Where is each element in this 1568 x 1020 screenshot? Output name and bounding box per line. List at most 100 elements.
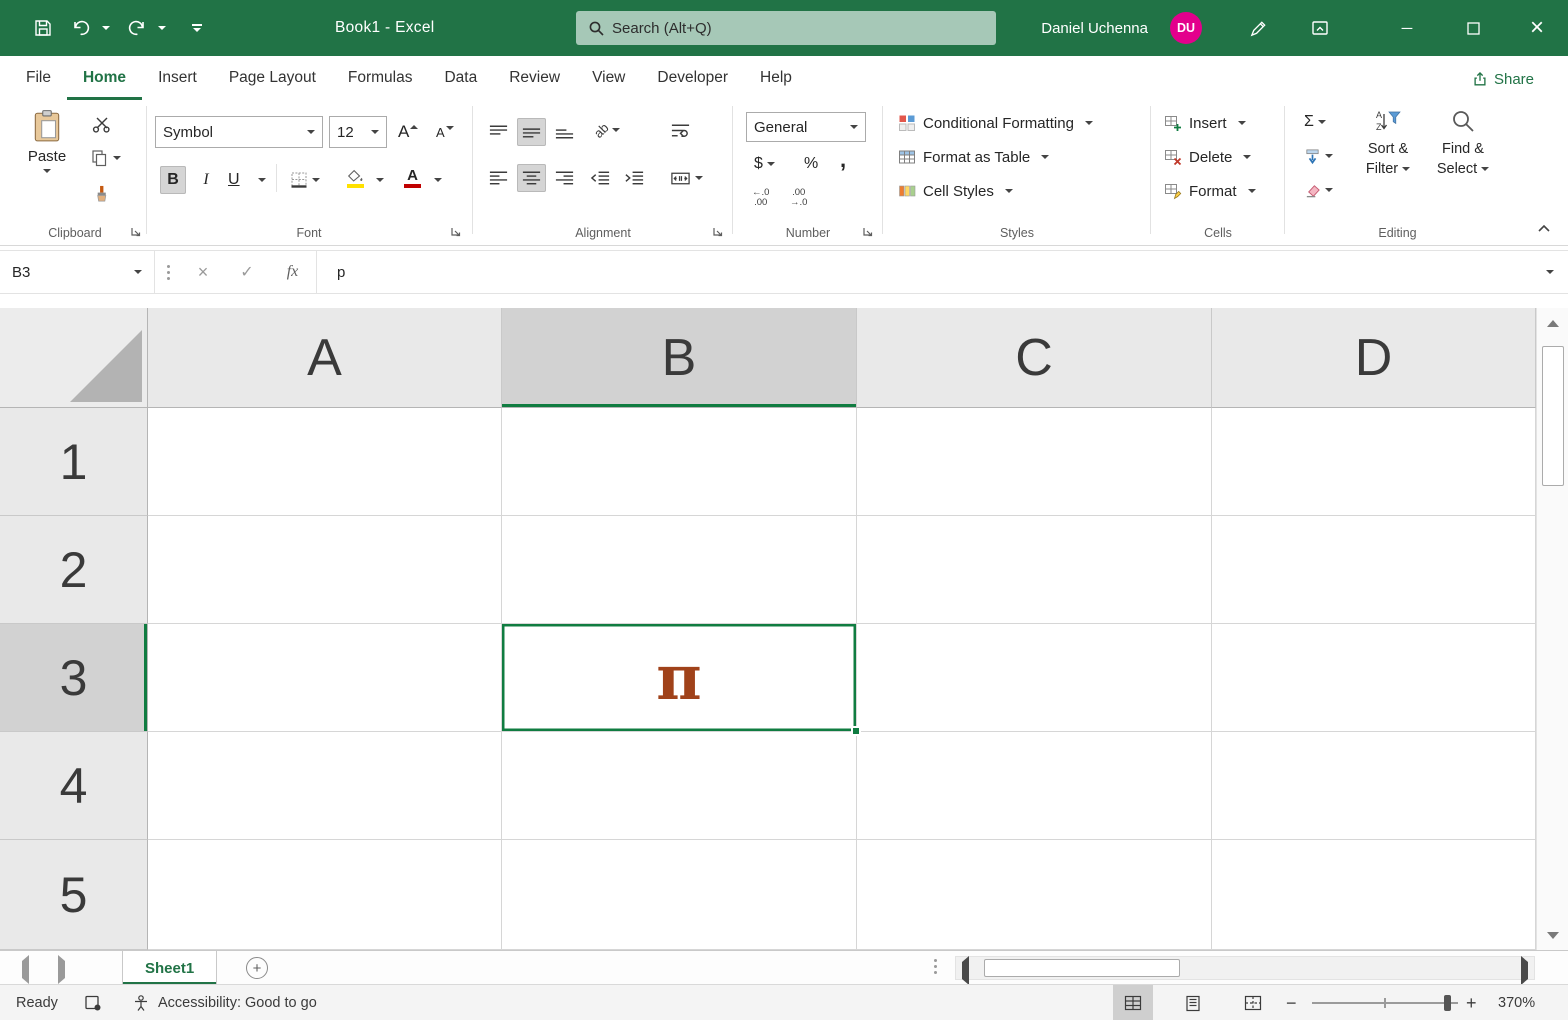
- vertical-scroll-thumb[interactable]: [1542, 346, 1564, 486]
- bold-button[interactable]: B: [160, 166, 186, 194]
- underline-button[interactable]: U: [224, 166, 244, 194]
- cut-button[interactable]: [88, 110, 115, 138]
- tab-formulas[interactable]: Formulas: [332, 56, 429, 100]
- tab-view[interactable]: View: [576, 56, 641, 100]
- scroll-down-button[interactable]: [1537, 920, 1568, 950]
- column-header-b[interactable]: B: [502, 308, 857, 408]
- tab-home[interactable]: Home: [67, 56, 142, 100]
- format-cells-button[interactable]: Format: [1164, 176, 1256, 206]
- share-button[interactable]: Share: [1460, 64, 1546, 94]
- name-box[interactable]: B3: [0, 251, 155, 293]
- maximize-button[interactable]: [1450, 0, 1496, 56]
- column-header-a[interactable]: A: [148, 308, 502, 408]
- autosum-button[interactable]: Σ: [1300, 108, 1330, 136]
- insert-function-button[interactable]: fx: [269, 251, 317, 293]
- underline-dropdown[interactable]: [250, 166, 270, 194]
- paste-button[interactable]: Paste: [18, 108, 76, 173]
- cancel-entry-button[interactable]: ×: [181, 251, 225, 293]
- formula-bar-sizer[interactable]: [155, 251, 181, 293]
- tab-insert[interactable]: Insert: [142, 56, 213, 100]
- increase-font-size-button[interactable]: A: [394, 118, 422, 146]
- number-format-combo[interactable]: General: [746, 112, 866, 142]
- minimize-button[interactable]: ─: [1384, 0, 1430, 56]
- active-cell-b3[interactable]: π: [502, 624, 857, 732]
- tab-developer[interactable]: Developer: [641, 56, 744, 100]
- tab-page-layout[interactable]: Page Layout: [213, 56, 332, 100]
- cell-b2[interactable]: [502, 516, 857, 624]
- accounting-format-button[interactable]: $: [750, 150, 779, 178]
- align-right-button[interactable]: [550, 164, 579, 192]
- enter-entry-button[interactable]: ✓: [225, 251, 269, 293]
- number-dialog-launcher[interactable]: [862, 226, 874, 238]
- italic-button[interactable]: I: [194, 166, 218, 194]
- next-sheet-button[interactable]: [58, 961, 65, 979]
- scroll-left-button[interactable]: [962, 962, 969, 980]
- fill-color-dropdown[interactable]: [368, 166, 388, 194]
- cell-d1[interactable]: [1212, 408, 1536, 516]
- user-name[interactable]: Daniel Uchenna: [1041, 0, 1148, 56]
- ribbon-display-options-button[interactable]: [1300, 0, 1340, 56]
- decrease-font-size-button[interactable]: A: [432, 118, 458, 146]
- merge-center-button[interactable]: [666, 164, 707, 192]
- tab-splitter-handle[interactable]: [934, 959, 937, 974]
- cell-a1[interactable]: [148, 408, 502, 516]
- scroll-right-button[interactable]: [1521, 962, 1528, 980]
- decrease-decimal-button[interactable]: .00 →.0: [786, 184, 811, 212]
- borders-button[interactable]: [286, 166, 324, 194]
- percent-style-button[interactable]: %: [800, 150, 822, 178]
- alignment-dialog-launcher[interactable]: [712, 226, 724, 238]
- sheet-tab-sheet1[interactable]: Sheet1: [122, 951, 217, 985]
- cell-c5[interactable]: [857, 840, 1212, 950]
- font-size-combo[interactable]: 12: [329, 116, 387, 148]
- delete-cells-button[interactable]: Delete: [1164, 142, 1251, 172]
- view-page-layout-button[interactable]: [1173, 985, 1213, 1020]
- wrap-text-button[interactable]: [666, 116, 695, 144]
- fill-button[interactable]: [1300, 142, 1337, 170]
- fill-handle[interactable]: [851, 726, 861, 736]
- close-button[interactable]: ×: [1514, 0, 1560, 56]
- bottom-align-button[interactable]: [550, 118, 579, 146]
- save-button[interactable]: [28, 0, 58, 56]
- conditional-formatting-button[interactable]: Conditional Formatting: [898, 108, 1093, 138]
- cell-b4[interactable]: [502, 732, 857, 840]
- avatar[interactable]: DU: [1170, 12, 1202, 44]
- cell-a5[interactable]: [148, 840, 502, 950]
- cell-styles-button[interactable]: Cell Styles: [898, 176, 1013, 206]
- column-header-d[interactable]: D: [1212, 308, 1536, 408]
- tab-review[interactable]: Review: [493, 56, 576, 100]
- cell-d3[interactable]: [1212, 624, 1536, 732]
- inking-button[interactable]: [1238, 0, 1278, 56]
- cell-b1[interactable]: [502, 408, 857, 516]
- horizontal-scrollbar[interactable]: [955, 956, 1535, 980]
- row-header-3[interactable]: 3: [0, 624, 148, 732]
- cell-c2[interactable]: [857, 516, 1212, 624]
- cell-a3[interactable]: [148, 624, 502, 732]
- new-sheet-button[interactable]: +: [246, 957, 268, 979]
- middle-align-button[interactable]: [517, 118, 546, 146]
- cell-d5[interactable]: [1212, 840, 1536, 950]
- view-page-break-button[interactable]: [1233, 985, 1273, 1020]
- sort-filter-button[interactable]: A Z Sort & Filter: [1352, 108, 1424, 179]
- increase-indent-button[interactable]: [620, 164, 649, 192]
- zoom-slider[interactable]: [1312, 1002, 1458, 1004]
- orientation-button[interactable]: ab: [590, 116, 624, 144]
- vertical-scrollbar[interactable]: [1536, 308, 1568, 950]
- row-header-1[interactable]: 1: [0, 408, 148, 516]
- cell-b5[interactable]: [502, 840, 857, 950]
- copy-button[interactable]: [86, 144, 125, 172]
- row-header-5[interactable]: 5: [0, 840, 148, 950]
- previous-sheet-button[interactable]: [22, 961, 29, 979]
- undo-button[interactable]: [66, 0, 96, 56]
- undo-dropdown[interactable]: [98, 0, 114, 56]
- fill-color-button[interactable]: [342, 164, 368, 192]
- align-left-button[interactable]: [484, 164, 513, 192]
- comma-style-button[interactable]: ,: [836, 146, 850, 174]
- clipboard-dialog-launcher[interactable]: [130, 226, 142, 238]
- find-select-button[interactable]: Find & Select: [1428, 108, 1498, 179]
- cell-a2[interactable]: [148, 516, 502, 624]
- insert-cells-button[interactable]: Insert: [1164, 108, 1246, 138]
- font-dialog-launcher[interactable]: [450, 226, 462, 238]
- select-all-button[interactable]: [0, 308, 148, 408]
- expand-formula-bar-button[interactable]: [1528, 251, 1568, 293]
- zoom-level[interactable]: 370%: [1498, 985, 1535, 1020]
